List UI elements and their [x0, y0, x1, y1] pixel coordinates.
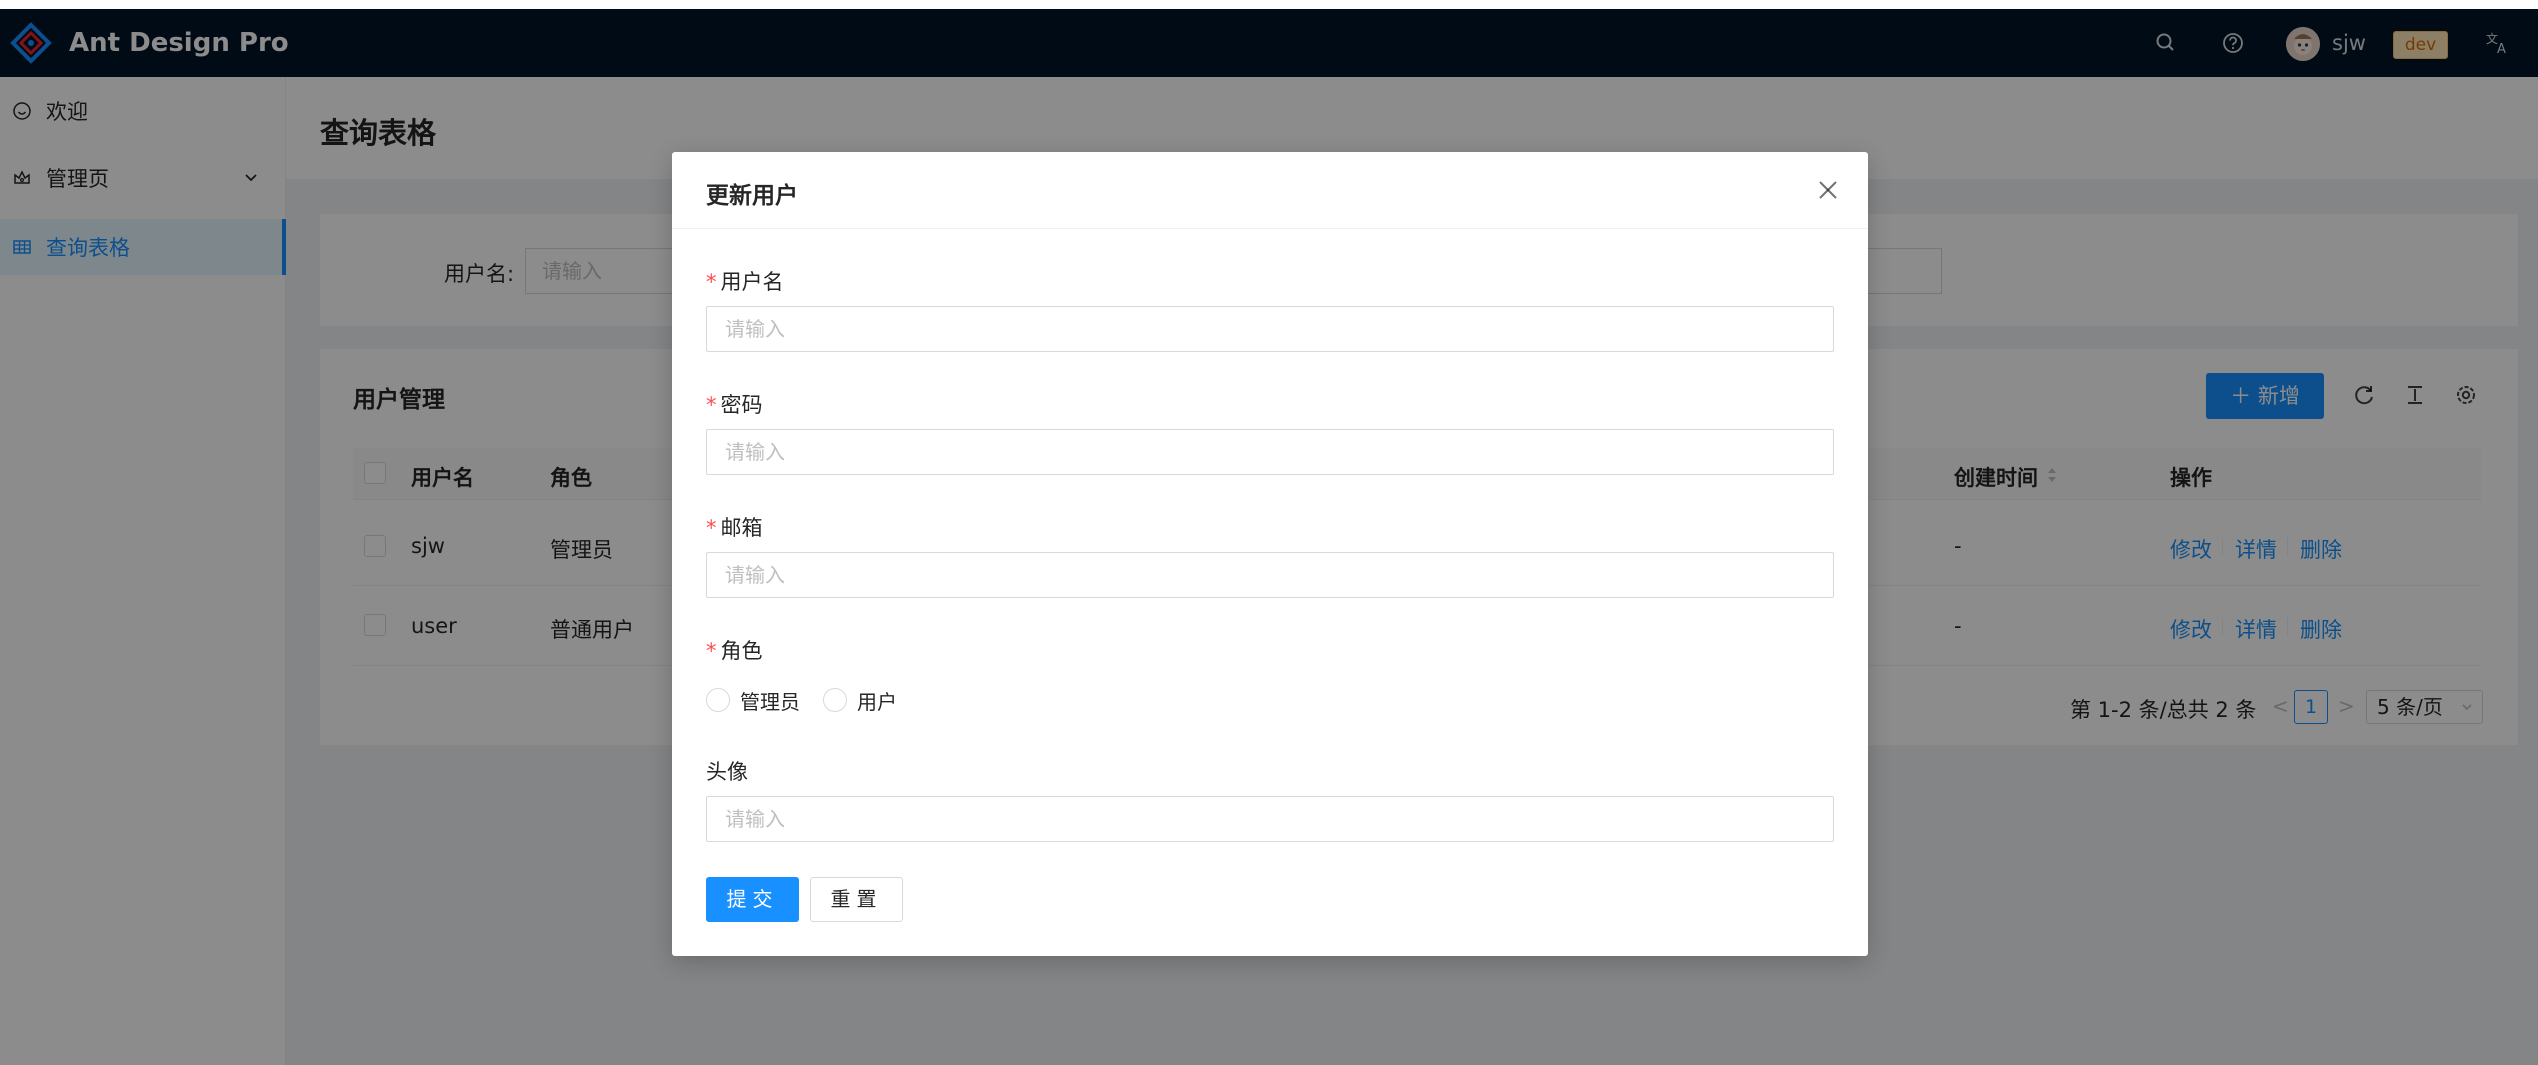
- role-label-text: 角色: [720, 639, 763, 663]
- top-strip: [0, 0, 2538, 9]
- email-label: * 邮箱: [706, 512, 763, 542]
- modal-header: 更新用户: [672, 152, 1868, 229]
- email-field[interactable]: 请输入: [706, 552, 1834, 598]
- username-label: * 用户名: [706, 266, 784, 296]
- required-mark: *: [706, 639, 717, 663]
- submit-button[interactable]: 提交: [706, 877, 799, 922]
- password-field[interactable]: 请输入: [706, 429, 1834, 475]
- username-field[interactable]: 请输入: [706, 306, 1834, 352]
- role-radio-admin-label[interactable]: 管理员: [740, 686, 800, 715]
- avatar-field[interactable]: 请输入: [706, 796, 1834, 842]
- avatar-label-text: 头像: [706, 760, 748, 784]
- avatar-label: 头像: [706, 756, 748, 786]
- password-label-text: 密码: [720, 393, 763, 417]
- email-label-text: 邮箱: [720, 516, 763, 540]
- close-icon[interactable]: [1816, 178, 1840, 202]
- modal-title: 更新用户: [706, 183, 798, 209]
- role-label: * 角色: [706, 635, 763, 665]
- reset-button[interactable]: 重置: [810, 877, 903, 922]
- update-user-modal: 更新用户 * 用户名 请输入 * 密码 请输入 * 邮箱 请输入 * 角色 管理员 用户…: [672, 152, 1868, 956]
- password-label: * 密码: [706, 389, 763, 419]
- role-radio-user-label[interactable]: 用户: [857, 686, 897, 715]
- role-radio-admin[interactable]: [706, 688, 730, 712]
- required-mark: *: [706, 393, 717, 417]
- required-mark: *: [706, 270, 717, 294]
- username-label-text: 用户名: [720, 270, 784, 294]
- role-radio-user[interactable]: [823, 688, 847, 712]
- required-mark: *: [706, 516, 717, 540]
